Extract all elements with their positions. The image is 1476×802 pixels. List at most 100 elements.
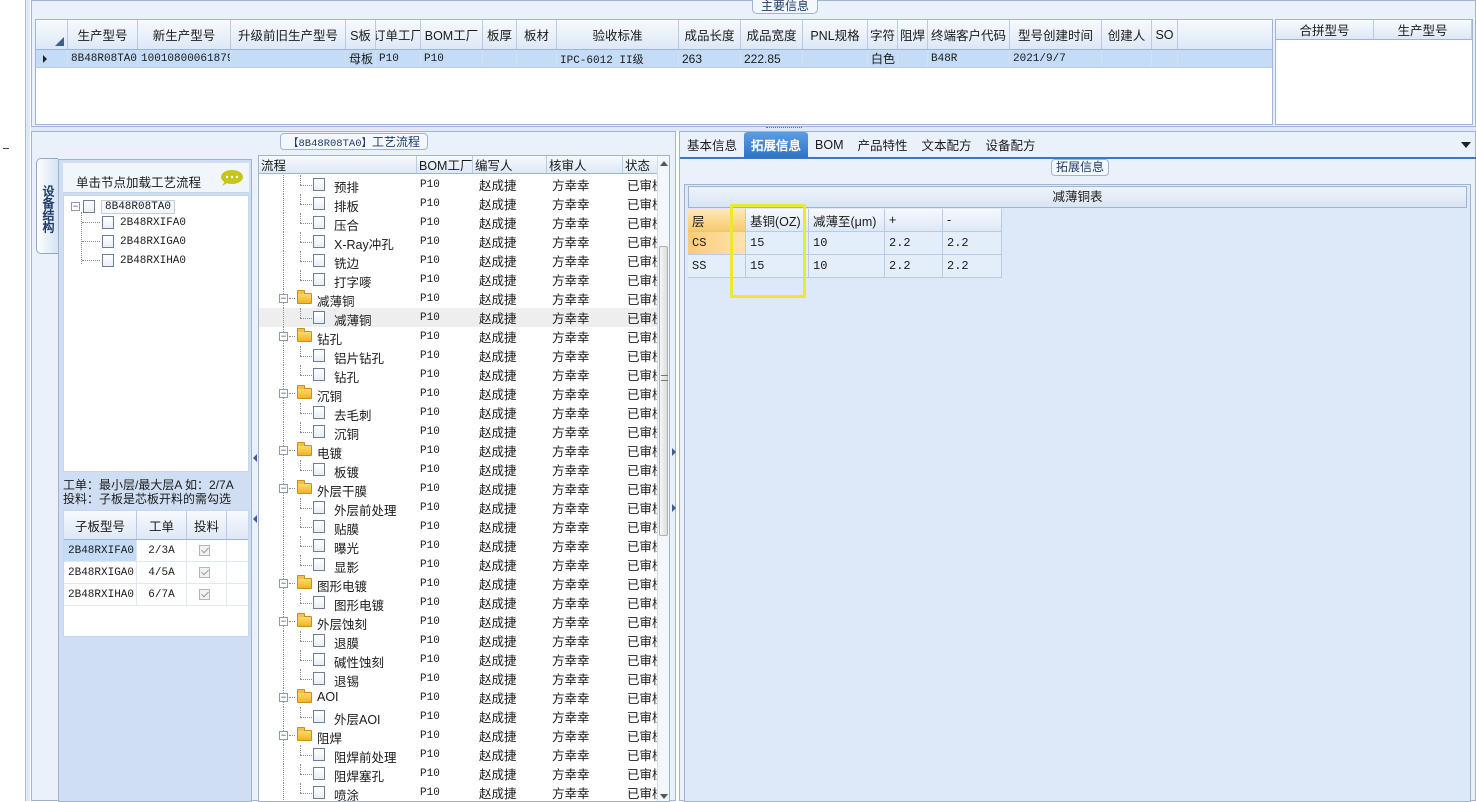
collapse-icon[interactable]: − [279, 389, 288, 398]
checker-cell[interactable]: 方幸幸 [547, 555, 623, 574]
status-cell[interactable]: 已审核 [623, 479, 659, 498]
main-row-cell[interactable] [231, 50, 346, 67]
process-name-cell[interactable]: − 钻孔 [259, 327, 417, 347]
status-cell[interactable]: 已审核 [623, 270, 659, 289]
status-cell[interactable]: 已审核 [623, 745, 659, 764]
checker-cell[interactable]: 方幸幸 [547, 479, 623, 498]
status-cell[interactable]: 已审核 [623, 764, 659, 783]
bom-factory-cell[interactable]: P10 [417, 270, 473, 289]
process-name-cell[interactable]: − 减薄铜 [259, 289, 417, 309]
process-row[interactable]: 外层前处理P10赵成捷方幸幸已审核 [259, 498, 659, 518]
main-row-cell[interactable] [898, 50, 928, 67]
writer-cell[interactable]: 赵成捷 [473, 479, 547, 498]
process-col-header[interactable]: 编写人 [473, 156, 547, 173]
writer-cell[interactable]: 赵成捷 [473, 707, 547, 726]
sub-board-feed[interactable] [187, 540, 227, 561]
merge-col-header[interactable]: 合拼型号 [1276, 20, 1374, 39]
process-row[interactable]: 阻焊前处理P10赵成捷方幸幸已审核 [259, 745, 659, 765]
process-name-cell[interactable]: 图形电镀 [259, 593, 417, 613]
process-row[interactable]: −外层干膜P10赵成捷方幸幸已审核 [259, 479, 659, 499]
main-row-cell[interactable] [517, 50, 557, 67]
status-cell[interactable]: 已审核 [623, 783, 659, 801]
process-name-cell[interactable]: − AOI [259, 688, 417, 707]
status-cell[interactable]: 已审核 [623, 536, 659, 555]
checker-cell[interactable]: 方幸幸 [547, 308, 623, 327]
process-name-cell[interactable]: − 阻焊 [259, 726, 417, 746]
bom-factory-cell[interactable]: P10 [417, 327, 473, 346]
process-row[interactable]: 减薄铜P10赵成捷方幸幸已审核 [259, 308, 659, 328]
process-name-cell[interactable]: 显影 [259, 555, 417, 575]
bom-factory-cell[interactable]: P10 [417, 707, 473, 726]
process-row[interactable]: 去毛刺P10赵成捷方幸幸已审核 [259, 403, 659, 423]
main-row-cell[interactable]: 222.85 [741, 50, 803, 67]
main-col-header[interactable]: 阻焊 [898, 20, 928, 49]
checker-cell[interactable]: 方幸幸 [547, 270, 623, 289]
main-col-header[interactable]: 生产型号 [68, 20, 138, 49]
writer-cell[interactable]: 赵成捷 [473, 593, 547, 612]
checker-cell[interactable]: 方幸幸 [547, 460, 623, 479]
process-name-cell[interactable]: − 外层干膜 [259, 479, 417, 499]
bom-factory-cell[interactable]: P10 [417, 555, 473, 574]
process-name-cell[interactable]: − 电镀 [259, 441, 417, 461]
process-name-cell[interactable]: X-Ray冲孔 [259, 232, 417, 252]
collapse-icon[interactable]: − [279, 332, 288, 341]
merge-col-header[interactable]: 生产型号 [1374, 20, 1472, 39]
process-row[interactable]: 铝片钻孔P10赵成捷方幸幸已审核 [259, 346, 659, 366]
bom-factory-cell[interactable]: P10 [417, 460, 473, 479]
process-row[interactable]: −减薄铜P10赵成捷方幸幸已审核 [259, 289, 659, 309]
process-row[interactable]: 图形电镀P10赵成捷方幸幸已审核 [259, 593, 659, 613]
checker-cell[interactable]: 方幸幸 [547, 422, 623, 441]
writer-cell[interactable]: 赵成捷 [473, 574, 547, 593]
status-cell[interactable]: 已审核 [623, 384, 659, 403]
status-cell[interactable]: 已审核 [623, 175, 659, 194]
writer-cell[interactable]: 赵成捷 [473, 270, 547, 289]
process-name-cell[interactable]: 退膜 [259, 631, 417, 651]
checker-cell[interactable]: 方幸幸 [547, 631, 623, 650]
checkbox-icon[interactable] [199, 545, 210, 556]
process-name-cell[interactable]: 打字嘜 [259, 270, 417, 290]
process-name-cell[interactable]: 排板 [259, 194, 417, 214]
bom-factory-cell[interactable]: P10 [417, 422, 473, 441]
bom-factory-cell[interactable]: P10 [417, 783, 473, 801]
writer-cell[interactable]: 赵成捷 [473, 612, 547, 631]
bom-factory-cell[interactable]: P10 [417, 650, 473, 669]
tab-3[interactable]: BOM [808, 132, 850, 157]
status-cell[interactable]: 已审核 [623, 612, 659, 631]
writer-cell[interactable]: 赵成捷 [473, 764, 547, 783]
writer-cell[interactable]: 赵成捷 [473, 289, 547, 308]
writer-cell[interactable]: 赵成捷 [473, 669, 547, 688]
bom-factory-cell[interactable]: P10 [417, 194, 473, 213]
sub-col-header[interactable]: 投料 [187, 511, 227, 539]
status-cell[interactable]: 已审核 [623, 593, 659, 612]
scroll-up-icon[interactable] [660, 161, 668, 166]
status-cell[interactable]: 已审核 [623, 441, 659, 460]
process-name-cell[interactable]: 曝光 [259, 536, 417, 556]
scroll-thumb[interactable] [659, 246, 668, 536]
main-row-cell[interactable] [1152, 50, 1178, 67]
main-row-cell[interactable]: 白色 [868, 50, 898, 67]
status-cell[interactable]: 已审核 [623, 574, 659, 593]
process-row[interactable]: X-Ray冲孔P10赵成捷方幸幸已审核 [259, 232, 659, 252]
main-row-cell[interactable]: 10010800061879 [138, 50, 231, 67]
process-row[interactable]: 压合P10赵成捷方幸幸已审核 [259, 213, 659, 233]
process-row[interactable]: 外层AOIP10赵成捷方幸幸已审核 [259, 707, 659, 727]
process-col-header[interactable]: BOM工厂 [417, 156, 473, 173]
thin-copper-cell[interactable]: 10 [809, 232, 885, 255]
thin-copper-cell[interactable]: 2.2 [943, 232, 1002, 255]
main-info-grid[interactable]: 生产型号新生产型号升级前旧生产型号S板订单工厂BOM工厂板厚板材验收标准成品长度… [35, 19, 1273, 125]
thin-copper-col-header[interactable]: - [943, 209, 1002, 232]
chat-bubble-icon[interactable] [219, 169, 245, 187]
sub-board-model[interactable]: 2B48RXIHA0 [64, 584, 137, 605]
bom-factory-cell[interactable]: P10 [417, 669, 473, 688]
status-cell[interactable]: 已审核 [623, 251, 659, 270]
checker-cell[interactable]: 方幸幸 [547, 517, 623, 536]
collapse-icon[interactable]: − [279, 579, 288, 588]
status-cell[interactable]: 已审核 [623, 346, 659, 365]
writer-cell[interactable]: 赵成捷 [473, 688, 547, 707]
main-row-cell[interactable] [483, 50, 517, 67]
bom-factory-cell[interactable]: P10 [417, 441, 473, 460]
process-name-cell[interactable]: 铣边 [259, 251, 417, 271]
sub-board-feed[interactable] [187, 584, 227, 605]
checker-cell[interactable]: 方幸幸 [547, 384, 623, 403]
status-cell[interactable]: 已审核 [623, 213, 659, 232]
